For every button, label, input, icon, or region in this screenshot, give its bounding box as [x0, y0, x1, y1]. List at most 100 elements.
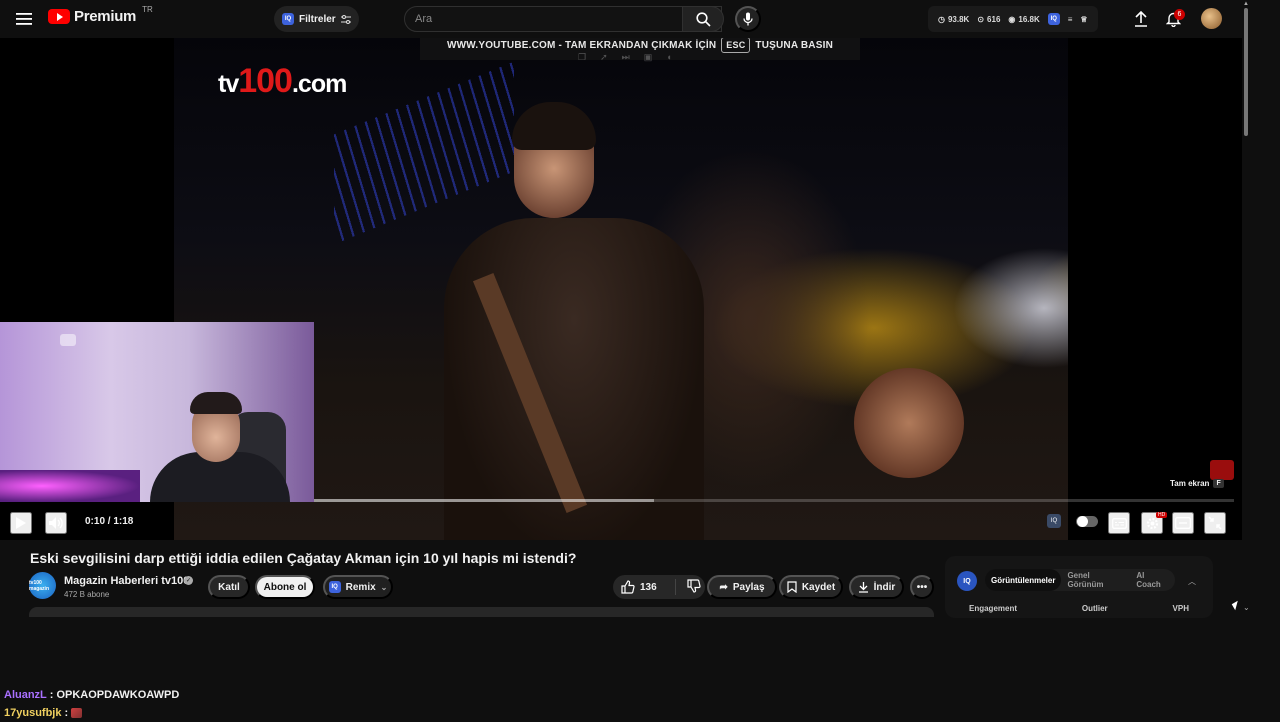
filters-button[interactable]: IQ Filtreler: [274, 6, 359, 32]
record-icon: ▣: [643, 52, 653, 62]
column-outlier: Outlier: [1081, 604, 1108, 613]
download-icon: [858, 581, 869, 593]
tab-overview[interactable]: Genel Görünüm: [1061, 571, 1130, 589]
sliders-icon: [340, 14, 351, 24]
search-box: [404, 6, 722, 32]
streamer-webcam-overlay: [0, 322, 314, 502]
iq-extension-icon: IQ: [282, 13, 294, 25]
stat-views: ◉ 16.8K: [1008, 14, 1040, 24]
chat-separator: :: [49, 689, 54, 701]
share-label: Paylaş: [732, 581, 765, 593]
page-scrollbar-thumb[interactable]: [1244, 8, 1248, 136]
iq-extension-icon: IQ: [957, 571, 977, 591]
column-vph: VPH: [1172, 604, 1189, 613]
masthead: Premium TR IQ Filtreler ◷93.8K ⊙616 ◉16.…: [0, 0, 1242, 38]
iq-stats-bar[interactable]: ◷ 93.8K ⊙ 616 ◉ 16.8K IQ ≡ ♕: [928, 6, 1098, 32]
iq-extension-icon[interactable]: IQ: [1047, 13, 1060, 25]
volume-icon: [49, 517, 63, 529]
red-overlay-badge: [1210, 460, 1234, 480]
share-button[interactable]: ➦ Paylaş: [707, 575, 777, 599]
remix-label: Remix: [345, 581, 376, 593]
iq-analytics-panel: IQ Görüntülenmeler Genel Görünüm AI Coac…: [945, 556, 1213, 618]
subtitles-icon: [1111, 517, 1127, 529]
exit-fullscreen-button[interactable]: [1204, 512, 1226, 534]
channel-name[interactable]: Magazin Haberleri tv100: [64, 575, 189, 587]
webcam-wall-outlet: [60, 334, 76, 346]
bookmark-icon: [787, 581, 797, 593]
notification-count-badge: 6: [1174, 9, 1185, 20]
hamburger-menu-icon[interactable]: [14, 9, 34, 29]
faded-overlay-icons: ❐ ➚ ⏭ ▣ ◖: [578, 52, 672, 63]
webcam-rgb-light: [0, 470, 140, 502]
join-button[interactable]: Katıl: [208, 575, 250, 599]
copy-icon: ❐: [578, 52, 587, 62]
more-horizontal-icon: •••: [916, 581, 928, 593]
volume-button[interactable]: [45, 512, 67, 534]
youtube-play-logo-icon: [48, 9, 70, 24]
chat-username: AluanzL: [4, 689, 47, 701]
video-player[interactable]: tv100.com WWW.YOUTUBE.COM - TAM EKRANDAN…: [0, 38, 1242, 540]
mute-icon: ◖: [666, 52, 672, 62]
chat-message: 17yusufbjk :: [4, 704, 179, 722]
progress-bar[interactable]: [314, 499, 1234, 502]
chevron-down-icon[interactable]: ⌄: [1243, 603, 1250, 612]
tab-views[interactable]: Görüntülenmeler: [985, 569, 1062, 591]
hint-prefix: WWW.YOUTUBE.COM - TAM EKRANDAN ÇIKMAK İÇ…: [446, 39, 717, 51]
voice-search-button[interactable]: [735, 6, 761, 32]
chat-text: OPKAOPDAWKOAWPD: [56, 689, 180, 701]
chat-message: AluanzL : OPKAOPDAWKOAWPD: [4, 686, 179, 704]
chat-separator: :: [64, 707, 69, 719]
stat-watch-time: ◷ 93.8K: [938, 14, 970, 24]
subscriber-count: 472 B abone: [64, 590, 110, 599]
fullscreen-tooltip-key: F: [1213, 479, 1224, 488]
like-count[interactable]: 136: [640, 582, 657, 593]
download-button[interactable]: İndir: [849, 575, 904, 599]
subscribe-button[interactable]: Abone ol: [255, 575, 315, 599]
verified-check-icon: ✓: [184, 576, 193, 585]
thumbs-up-icon[interactable]: [621, 580, 635, 594]
progress-buffer: [314, 499, 655, 502]
stream-chat-overlay: AluanzL : OPKAOPDAWKOAWPD 17yusufbjk :: [4, 686, 179, 722]
microphone-icon: [743, 12, 753, 26]
subtitles-button[interactable]: [1108, 512, 1130, 534]
save-button[interactable]: Kaydet: [779, 575, 843, 599]
youtube-premium-logo[interactable]: Premium TR: [48, 5, 153, 25]
chat-emote-icon: [71, 708, 83, 718]
logo-text: Premium: [74, 8, 137, 25]
play-button[interactable]: [10, 512, 32, 534]
filters-label: Filtreler: [299, 13, 336, 25]
fullscreen-tooltip: Tam ekran F: [1170, 479, 1224, 488]
save-label: Kaydet: [801, 581, 836, 593]
like-divider: [675, 579, 676, 595]
column-engagement: Engagement: [969, 604, 1018, 613]
theater-mode-button[interactable]: [1172, 512, 1194, 534]
fullscreen-tooltip-label: Tam ekran: [1170, 479, 1210, 488]
autoplay-toggle[interactable]: [1076, 516, 1098, 527]
description-box[interactable]: [29, 607, 934, 617]
list-icon[interactable]: ≡: [1068, 15, 1073, 24]
analytics-tabs: Görüntülenmeler Genel Görünüm AI Coach: [985, 569, 1175, 591]
hd-badge: HD: [1156, 512, 1168, 518]
more-actions-button[interactable]: •••: [910, 575, 934, 599]
analytics-columns: Engagement Outlier VPH: [969, 604, 1189, 613]
collapse-chevron-icon[interactable]: ︿: [1188, 576, 1196, 587]
clock-icon: ◷: [938, 14, 945, 24]
share-icon: ➦: [719, 581, 728, 593]
remix-button[interactable]: IQ Remix ⌄: [323, 575, 393, 599]
search-button[interactable]: [682, 6, 724, 32]
exit-fullscreen-icon: [1208, 516, 1222, 530]
chat-username: 17yusufbjk: [4, 707, 62, 719]
esc-key: ESC: [721, 38, 751, 53]
scroll-up-arrow-icon[interactable]: ▲: [1243, 1, 1249, 7]
search-input[interactable]: [405, 13, 675, 25]
tab-ai-coach[interactable]: AI Coach: [1130, 571, 1175, 589]
hand-image: [854, 368, 964, 478]
channel-avatar[interactable]: tv100 magazin: [29, 572, 56, 599]
upload-icon[interactable]: [1132, 10, 1150, 28]
trophy-icon[interactable]: ♕: [1080, 15, 1087, 24]
thumbs-down-icon[interactable]: [687, 579, 701, 593]
iq-player-icon[interactable]: IQ: [1047, 514, 1061, 528]
search-icon: [695, 11, 711, 27]
download-label: İndir: [873, 581, 896, 593]
user-avatar[interactable]: [1201, 8, 1222, 29]
